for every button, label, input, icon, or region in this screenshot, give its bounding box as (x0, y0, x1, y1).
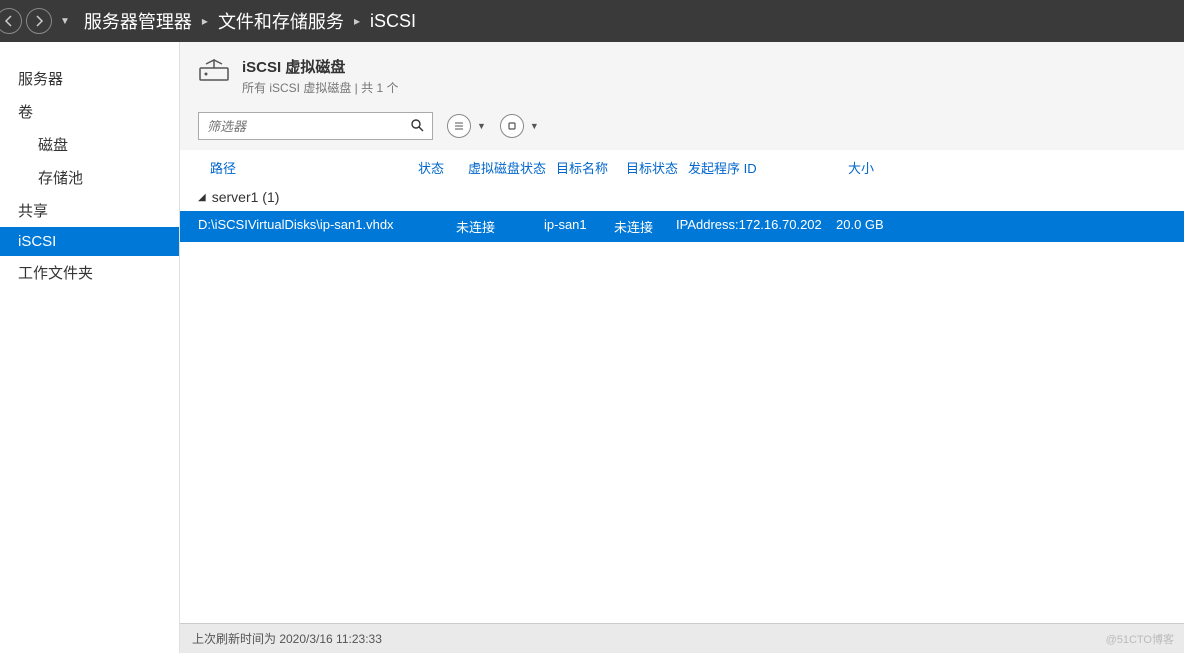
sidebar-item-shares[interactable]: 共享 (0, 194, 179, 227)
column-header-vdisk-status[interactable]: 虚拟磁盘状态 (468, 158, 556, 177)
nav-dropdown-icon[interactable]: ▼ (60, 16, 70, 27)
data-grid: 路径 状态 虚拟磁盘状态 目标名称 目标状态 发起程序 ID 大小 ◢ serv… (180, 150, 1184, 653)
cell-path: D:\iSCSIVirtualDisks\ip-san1.vhdx (186, 217, 406, 236)
main-panel: iSCSI 虚拟磁盘 所有 iSCSI 虚拟磁盘 | 共 1 个 ▼ ▼ 路 (180, 42, 1184, 653)
breadcrumb-item[interactable]: iSCSI (370, 11, 416, 32)
breadcrumb-item[interactable]: 服务器管理器 (84, 8, 192, 34)
sidebar-item-disks[interactable]: 磁盘 (0, 128, 179, 161)
filter-box[interactable] (198, 112, 433, 140)
sidebar-item-storage-pools[interactable]: 存储池 (0, 161, 179, 194)
column-header-initiator[interactable]: 发起程序 ID (688, 158, 848, 177)
section-header: iSCSI 虚拟磁盘 所有 iSCSI 虚拟磁盘 | 共 1 个 (180, 50, 1184, 102)
chevron-down-icon[interactable]: ▼ (530, 121, 539, 131)
titlebar: ▼ 服务器管理器 ▸ 文件和存储服务 ▸ iSCSI (0, 0, 1184, 42)
cell-vdisk-status: 未连接 (456, 217, 544, 236)
cell-initiator: IPAddress:172.16.70.202 (676, 217, 836, 236)
column-header-target[interactable]: 目标名称 (556, 158, 626, 177)
table-row[interactable]: D:\iSCSIVirtualDisks\ip-san1.vhdx 未连接 ip… (180, 211, 1184, 242)
filter-input[interactable] (207, 119, 410, 134)
chevron-down-icon[interactable]: ▼ (477, 121, 486, 131)
breadcrumb: 服务器管理器 ▸ 文件和存储服务 ▸ iSCSI (84, 8, 416, 34)
toolbar: ▼ ▼ (180, 102, 1184, 150)
grid-header: 路径 状态 虚拟磁盘状态 目标名称 目标状态 发起程序 ID 大小 (180, 150, 1184, 183)
collapse-icon: ◢ (198, 192, 206, 203)
watermark: @51CTO博客 (1106, 631, 1174, 647)
list-view-button[interactable] (447, 114, 471, 138)
chevron-right-icon: ▸ (354, 14, 360, 28)
nav-buttons (0, 8, 52, 34)
section-subtitle: 所有 iSCSI 虚拟磁盘 | 共 1 个 (242, 79, 398, 96)
column-header-size[interactable]: 大小 (848, 158, 908, 177)
column-header-status[interactable]: 状态 (418, 158, 468, 177)
disk-icon (198, 58, 230, 80)
section-title: iSCSI 虚拟磁盘 (242, 56, 398, 77)
breadcrumb-item[interactable]: 文件和存储服务 (218, 8, 344, 34)
status-bar: 上次刷新时间为 2020/3/16 11:23:33 (180, 623, 1184, 653)
group-label: server1 (1) (212, 189, 280, 205)
sidebar-item-volumes[interactable]: 卷 (0, 95, 179, 128)
sidebar-item-work-folders[interactable]: 工作文件夹 (0, 256, 179, 289)
back-button[interactable] (0, 8, 22, 34)
search-icon[interactable] (410, 118, 424, 135)
cell-size: 20.0 GB (836, 217, 896, 236)
sidebar-item-iscsi[interactable]: iSCSI (0, 227, 179, 256)
refresh-button[interactable] (500, 114, 524, 138)
content-area: 服务器 卷 磁盘 存储池 共享 iSCSI 工作文件夹 iSCSI 虚拟磁盘 所… (0, 42, 1184, 653)
sidebar: 服务器 卷 磁盘 存储池 共享 iSCSI 工作文件夹 (0, 42, 180, 653)
cell-target-status: 未连接 (614, 217, 676, 236)
cell-target: ip-san1 (544, 217, 614, 236)
group-row[interactable]: ◢ server1 (1) (180, 183, 1184, 211)
column-header-target-status[interactable]: 目标状态 (626, 158, 688, 177)
forward-button[interactable] (26, 8, 52, 34)
sidebar-item-servers[interactable]: 服务器 (0, 62, 179, 95)
cell-status (406, 217, 456, 236)
column-header-path[interactable]: 路径 (198, 158, 418, 177)
chevron-right-icon: ▸ (202, 14, 208, 28)
